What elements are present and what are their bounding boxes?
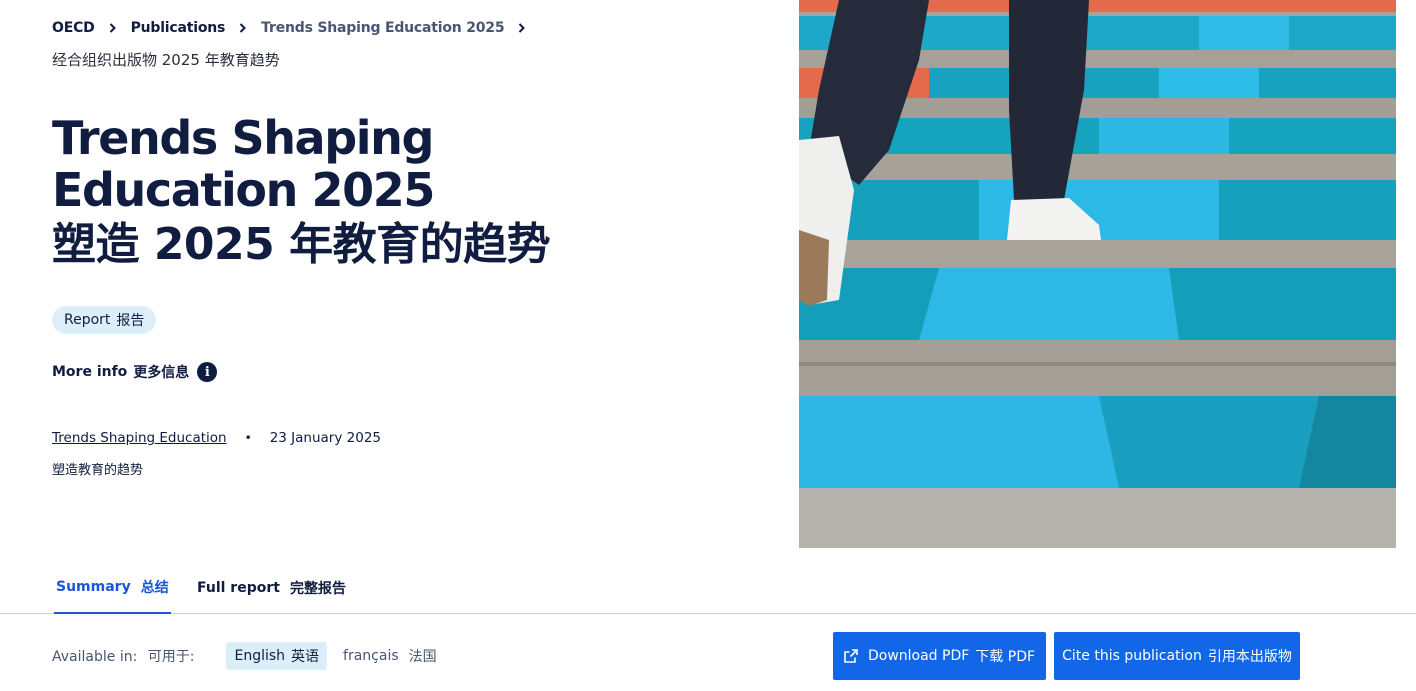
cite-label-en: Cite this publication: [1062, 648, 1202, 664]
language-french-cn: 法国: [408, 649, 437, 665]
page-title-en: Trends Shaping Education 2025: [52, 111, 435, 217]
language-english[interactable]: English 英语: [226, 642, 328, 670]
badge-label-en: Report: [64, 312, 111, 328]
subtitle-cn: 经合组织出版物 2025 年教育趋势: [52, 51, 280, 69]
tab-summary-label-cn: 总结: [140, 580, 169, 596]
language-french-en: français: [343, 648, 399, 664]
tab-summary[interactable]: Summary 总结: [54, 562, 171, 614]
info-icon[interactable]: i: [197, 362, 218, 382]
report-type-badge: Report 报告: [52, 306, 157, 334]
page-title: Trends Shaping Education 2025 塑造 2025 年教…: [52, 112, 752, 276]
tab-summary-label-en: Summary: [56, 579, 131, 595]
language-english-cn: 英语: [291, 649, 320, 665]
stairs-photo: [799, 0, 1396, 548]
tab-full-report-label-cn: 完整报告: [289, 581, 346, 597]
publication-date: 23 January 2025: [269, 430, 381, 446]
external-link-icon: [844, 649, 858, 663]
available-label-en: Available in:: [52, 649, 138, 665]
more-info-label-en: More info: [52, 364, 128, 380]
content-tabs: Summary 总结 Full report 完整报告: [0, 562, 1416, 614]
badge-label-cn: 报告: [116, 313, 145, 329]
chevron-right-icon: [239, 23, 247, 33]
download-pdf-label-en: Download PDF: [867, 648, 970, 664]
available-languages: Available in: 可用于: English 英语 français 法…: [52, 642, 445, 670]
breadcrumb-publications[interactable]: Publications: [131, 20, 226, 36]
series-label-cn: 塑造教育的趋势: [52, 463, 144, 478]
cite-label-cn: 引用本出版物: [1207, 649, 1292, 665]
series-link[interactable]: Trends Shaping Education: [52, 430, 227, 446]
page-title-zh: 塑造 2025 年教育的趋势: [52, 219, 551, 270]
language-english-en: English: [234, 648, 286, 664]
available-label: Available in: 可用于:: [52, 646, 194, 666]
cite-publication-button[interactable]: Cite this publication 引用本出版物: [1054, 632, 1300, 680]
meta-separator: •: [244, 431, 252, 445]
language-french[interactable]: français 法国: [335, 642, 445, 670]
tab-full-report[interactable]: Full report 完整报告: [197, 562, 346, 614]
hero-image: [799, 0, 1396, 548]
chevron-right-icon: [109, 23, 117, 33]
more-info-toggle[interactable]: More info 更多信息 i: [52, 362, 218, 382]
available-label-cn: 可用于:: [147, 649, 195, 665]
breadcrumb-oecd[interactable]: OECD: [52, 20, 95, 36]
tab-full-report-label-en: Full report: [197, 580, 280, 596]
breadcrumb: OECD Publications Trends Shaping Educati…: [52, 19, 540, 37]
breadcrumb-current[interactable]: Trends Shaping Education 2025: [261, 20, 504, 36]
download-pdf-label-cn: 下载 PDF: [975, 649, 1036, 665]
more-info-label-cn: 更多信息: [133, 365, 190, 381]
download-pdf-button[interactable]: Download PDF 下载 PDF: [833, 632, 1046, 680]
chevron-right-icon: [518, 23, 526, 33]
publication-meta: Trends Shaping Education • 23 January 20…: [52, 430, 381, 446]
